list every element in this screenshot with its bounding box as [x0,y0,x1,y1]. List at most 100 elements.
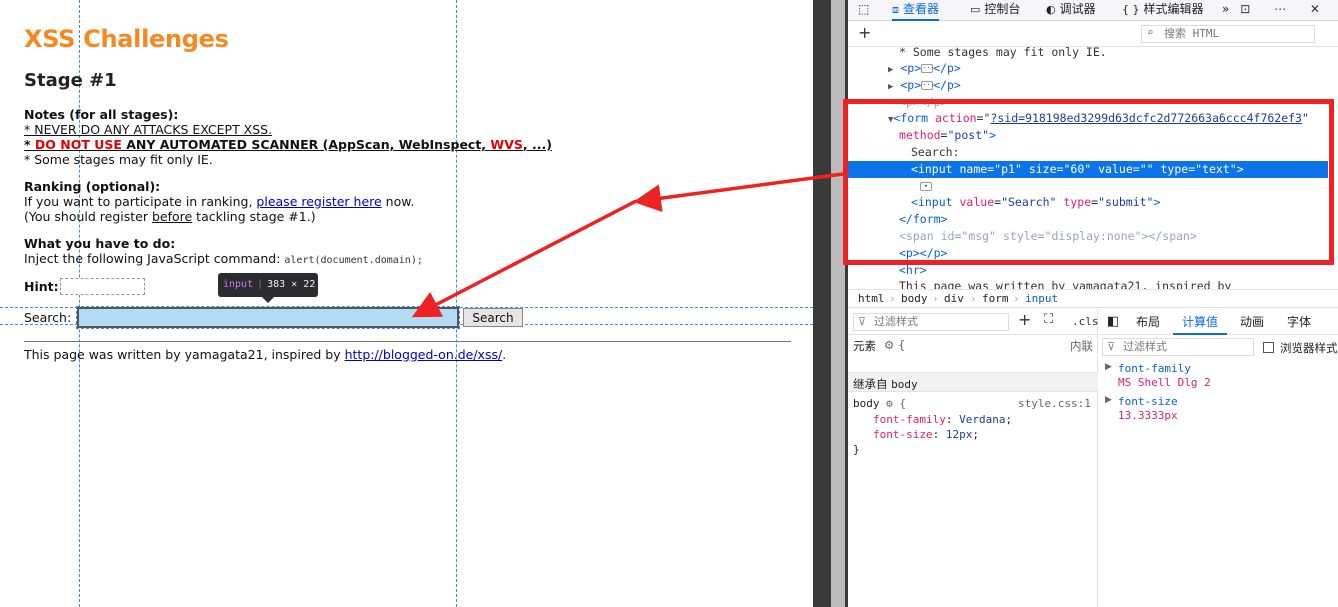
tree-node-span[interactable]: <span id="msg" style="display:none"></sp… [848,228,1328,245]
add-node-icon[interactable]: + [858,23,871,42]
tree-text-footer[interactable]: This page was written by yamagata21, ins… [848,278,1328,289]
tree-text-search[interactable]: Search: [848,144,1328,161]
hint-label: Hint: [24,279,59,294]
chevron-right-icon: › [932,292,939,305]
tab-computed[interactable]: 计算值 [1173,309,1228,335]
tree-pseudo-node[interactable]: ▾ [848,178,1328,195]
computed-prop-name[interactable]: font-family [1118,362,1191,375]
page-title: XSS Challenges [24,25,229,53]
tree-node-p[interactable]: ▶ <p>···</p> [848,77,1328,94]
tab-fonts[interactable]: 字体 [1287,309,1311,335]
devtools-panel: ⬚ ⧈ 查看器 ▭ 控制台 ◐ 调试器 { } 样式编辑器 » ⊡ ⋯ ✕ + ⌕ 搜索 … [848,0,1338,607]
tab-animations[interactable]: 动画 [1240,309,1264,335]
tree-node-p-empty[interactable]: <p></p> [848,245,1328,262]
search-input[interactable] [76,306,460,329]
hint-field [60,278,145,295]
breadcrumb-html[interactable]: html [858,290,885,307]
rule-declaration-font-size[interactable]: font-size: 12px; [873,428,979,441]
ranking-line-2: (You should register before tackling sta… [24,209,316,224]
search-button[interactable]: Search [463,308,523,327]
browser-styles-label: 浏览器样式 [1280,341,1338,355]
todo-code: alert(document.domain); [284,255,423,266]
pane-splitter[interactable] [813,0,848,607]
tree-node-input-submit[interactable]: <input value="Search" type="submit"> [848,194,1328,211]
toggle-sidebar-icon[interactable]: ◧ [1107,309,1119,335]
ranking-heading: Ranking (optional): [24,179,161,194]
rule-selector[interactable]: body ⚙ { [853,397,906,410]
rules-filter-input[interactable]: ⊽ 过滤样式 [853,313,1009,331]
style-editor-icon: { } [1122,3,1140,16]
notes-heading: Notes (for all stages): [24,107,179,122]
collapsed-ellipsis-icon: ··· [921,81,935,90]
highlight-guide-right [456,0,457,607]
element-picker-icon[interactable]: ⬚ [858,0,869,21]
cls-toggle-button[interactable]: .cls [1072,315,1099,328]
chevron-right-icon: › [970,292,977,305]
tree-form-attr-method[interactable]: method="post"> [848,127,1328,144]
stage-heading: Stage #1 [24,70,117,91]
rule-close-brace: } [853,443,860,456]
computed-prop-value: MS Shell Dlg 2 [1118,376,1211,389]
inline-source: 内联 [1070,339,1093,353]
breadcrumb-body[interactable]: body [901,290,928,307]
debugger-icon: ◐ [1046,3,1056,16]
computed-filter-input[interactable]: ⊽ 过滤样式 [1102,338,1254,356]
element-rule-open: ⚙ { [884,338,906,352]
rules-pane: ⊽ 过滤样式 + ⛶ .cls 元素 ⚙ { 内联 继承自 body body ⚙… [848,309,1099,607]
tree-node-input-selected[interactable]: <input name="p1" size="60" value="" type… [848,161,1328,178]
tab-console[interactable]: ▭ 控制台 [970,0,1020,21]
chevron-right-icon: › [889,292,896,305]
expand-arrow-icon: ▶ [888,82,894,92]
expand-arrow-icon[interactable]: ▶ [1105,395,1112,405]
pseudo-class-icon[interactable]: ⛶ [1044,312,1053,327]
rules-toolbar: ⊽ 过滤样式 + ⛶ .cls [848,309,1099,335]
footer-link[interactable]: http://blogged-on.de/xss/ [345,347,503,362]
tree-text-node[interactable]: * Some stages may fit only IE. [848,44,1328,61]
devtools-toolbar: ⬚ ⧈ 查看器 ▭ 控制台 ◐ 调试器 { } 样式编辑器 » ⊡ ⋯ ✕ [848,0,1338,21]
collapsed-ellipsis-icon: ▾ [920,182,932,191]
register-link[interactable]: please register here [256,194,381,209]
inherited-header: 继承自 body [848,372,1098,392]
filter-icon: ⊽ [1107,340,1116,353]
tab-layout[interactable]: 布局 [1136,309,1160,335]
rule-declaration-font-family[interactable]: font-family: Verdana; [873,413,1012,426]
form-action-link: ?sid=918198ed3299d63dcfc2d772663a6ccc4f7… [990,111,1302,125]
note-no-scanner: * DO NOT USE ANY AUTOMATED SCANNER (AppS… [24,137,552,152]
highlight-guide-left [79,0,80,607]
breadcrumb-input[interactable]: input [1025,290,1058,307]
tab-inspector[interactable]: ⧈ 查看器 [892,0,940,21]
search-label: Search: [24,310,72,325]
chevron-right-icon: › [1013,292,1020,305]
footer-text: This page was written by yamagata21, ins… [24,347,507,362]
tree-node-p[interactable]: ▶ <p>···</p> [848,60,1328,77]
tree-node-p-empty[interactable]: <p></p> [848,94,1328,111]
rule-source-link[interactable]: style.css:1 [1018,397,1091,410]
scrollbar-track[interactable] [831,0,845,607]
tab-debugger[interactable]: ◐ 调试器 [1046,0,1096,21]
computed-pane: ◧ 布局 计算值 动画 字体 ⊽ 过滤样式 浏览器样式 ▶ font-family… [1099,309,1338,607]
note-never-attack: * NEVER DO ANY ATTACKS EXCEPT XSS. [24,122,273,137]
html-search-input[interactable]: ⌕ 搜索 HTML [1141,25,1315,43]
tab-style-editor[interactable]: { } 样式编辑器 [1122,0,1204,21]
tree-node-hr[interactable]: <hr> [848,262,1328,279]
element-rule-label: 元素 [853,339,876,353]
todo-instruction: Inject the following JavaScript command:… [24,251,423,266]
add-rule-icon[interactable]: + [1018,310,1031,329]
divider-line [24,341,791,342]
todo-heading: What you have to do: [24,236,176,251]
search-icon: ⌕ [1147,26,1154,39]
breadcrumb-form[interactable]: form [982,290,1009,307]
markup-tree: * Some stages may fit only IE. ▶ <p>···<… [848,44,1338,289]
sidebar-tabs: ◧ 布局 计算值 动画 字体 [1099,309,1338,335]
tree-node-form[interactable]: ▼<form action="?sid=918198ed3299d63dcfc2… [848,110,1328,127]
tree-node-form-close[interactable]: </form> [848,211,1328,228]
ranking-line-1: If you want to participate in ranking, p… [24,194,415,209]
devtools-window-actions[interactable]: ⊡ ⋯ ✕ [1240,0,1330,21]
more-tabs-icon[interactable]: » [1222,0,1229,21]
breadcrumb-div[interactable]: div [944,290,964,307]
browser-styles-checkbox[interactable] [1263,342,1274,353]
computed-prop-name[interactable]: font-size [1118,395,1178,408]
console-icon: ▭ [970,3,981,16]
expand-arrow-icon[interactable]: ▶ [1105,362,1112,372]
inspector-icon: ⧈ [892,3,899,16]
